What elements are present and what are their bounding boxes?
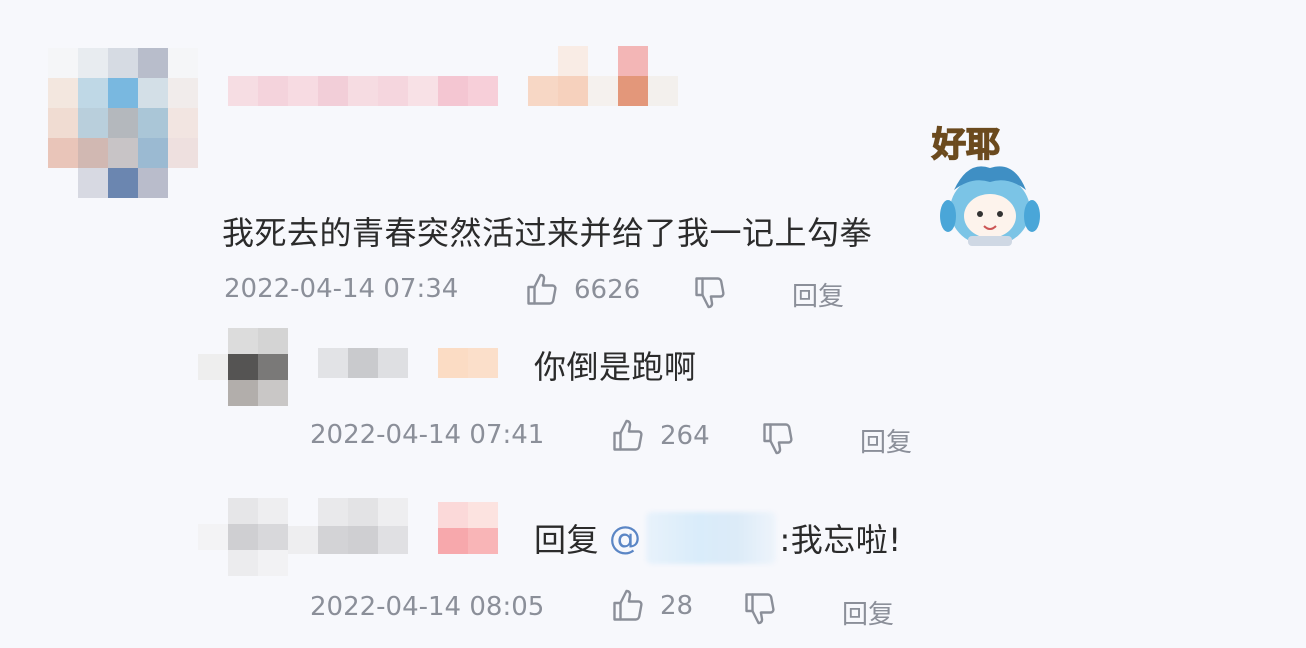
commenter-badge: [528, 46, 678, 106]
like-button[interactable]: 264: [610, 418, 710, 454]
mention-link[interactable]: @: [609, 519, 642, 557]
thumbs-down-icon: [742, 590, 778, 626]
thumbs-down-icon: [760, 420, 796, 456]
reply-badge: [438, 502, 498, 554]
mention-username-blurred[interactable]: [645, 512, 776, 564]
reply-button[interactable]: 回复: [842, 594, 894, 631]
reply-button[interactable]: 回复: [792, 276, 844, 313]
like-count: 264: [660, 421, 710, 451]
thumbs-up-icon: [610, 418, 646, 454]
commenter-name[interactable]: [228, 76, 498, 106]
reply-avatar[interactable]: [198, 328, 288, 406]
reply-text: :我忘啦!: [779, 521, 902, 559]
reply-meta: 2022-04-14 08:05: [310, 592, 544, 622]
thumbs-down-icon: [692, 274, 728, 310]
comment-text: 我死去的青春突然活过来并给了我一记上勾拳: [222, 214, 873, 252]
dislike-button[interactable]: [692, 274, 728, 310]
reply-text-line: 回复 @ :我忘啦!: [534, 512, 902, 564]
dislike-button[interactable]: [742, 590, 778, 626]
reply-avatar[interactable]: [198, 498, 288, 576]
like-button[interactable]: 28: [610, 588, 693, 624]
reply-timestamp: 2022-04-14 07:41: [310, 420, 545, 450]
dislike-button[interactable]: [760, 420, 796, 456]
reply-prefix: 回复: [534, 521, 600, 559]
reply-timestamp: 2022-04-14 08:05: [310, 592, 545, 622]
sticker-label: 好耶: [931, 125, 1000, 165]
like-button[interactable]: 6626: [524, 272, 640, 308]
thumbs-up-icon: [524, 272, 560, 308]
comment-timestamp: 2022-04-14 07:34: [224, 274, 459, 304]
reply-username[interactable]: [318, 348, 408, 378]
reply-meta: 2022-04-14 07:41: [310, 420, 544, 450]
reply-text: 你倒是跑啊: [534, 348, 697, 386]
reply-username[interactable]: [288, 498, 408, 554]
sticker-image: 好耶: [928, 120, 1048, 250]
like-count: 6626: [574, 275, 641, 305]
thumbs-up-icon: [610, 588, 646, 624]
like-count: 28: [660, 591, 694, 621]
reply-button[interactable]: 回复: [860, 422, 912, 459]
commenter-avatar[interactable]: [48, 48, 198, 198]
comment-meta: 2022-04-14 07:34: [224, 274, 458, 304]
reply-badge: [438, 348, 498, 378]
